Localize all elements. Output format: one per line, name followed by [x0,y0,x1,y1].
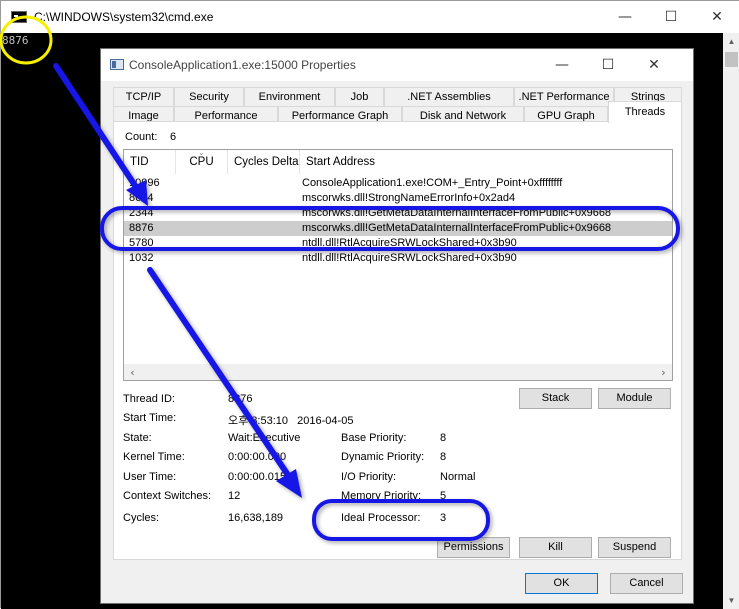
column-header-tid[interactable]: TID [124,150,176,174]
count-label: Count: [125,131,158,143]
row-start-address: mscorwks.dll!GetMetaDataInternalInterfac… [302,207,612,219]
base-priority-value: 8 [440,432,447,444]
thread-id-value: 8876 [228,393,253,405]
horizontal-scrollbar[interactable]: ‹ › [124,364,672,380]
row-tid: 8876 [129,222,154,234]
memory-priority-value: 5 [440,490,447,502]
count-value: 6 [170,131,177,143]
row-tid: 2344 [129,207,154,219]
scroll-right-icon[interactable]: › [655,364,672,380]
row-tid: 8624 [129,192,154,204]
scroll-down-icon[interactable]: ▼ [723,592,739,609]
kernel-time-value: 0:00:00.000 [228,451,287,463]
cmd-scrollbar[interactable]: ▲ ▼ [723,33,739,609]
user-time-label: User Time: [123,471,177,483]
cycles-value: 16,638,189 [228,512,284,524]
cycles-label: Cycles: [123,512,160,524]
scroll-up-icon[interactable]: ▲ [723,33,739,50]
dialog-titlebar[interactable]: ConsoleApplication1.exe:15000 Properties… [101,49,693,81]
cmd-scroll-thumb[interactable] [725,52,738,67]
column-header-cpu[interactable]: ⌄ CPU [176,150,228,174]
dialog-close-button[interactable]: ✕ [631,49,677,81]
window-icon [110,59,124,70]
cmd-maximize-button[interactable]: ☐ [648,1,694,33]
kill-button[interactable]: Kill [519,537,592,558]
module-button[interactable]: Module [598,388,671,409]
tab-job[interactable]: Job [335,87,384,106]
properties-dialog: ConsoleApplication1.exe:15000 Properties… [100,48,694,604]
table-row[interactable]: 2344 mscorwks.dll!GetMetaDataInternalInt… [124,206,672,221]
state-value: Wait:Executive [228,432,301,444]
cmd-close-button[interactable]: ✕ [694,1,739,33]
dialog-minimize-button[interactable]: — [539,49,585,81]
dynamic-priority-label: Dynamic Priority: [341,451,425,463]
tab-threads[interactable]: Threads [608,101,682,123]
start-time-label: Start Time: [123,412,177,424]
table-row-selected[interactable]: 8876 mscorwks.dll!GetMetaDataInternalInt… [124,221,672,236]
row-start-address: ntdll.dll!RtlAcquireSRWLockShared+0x3b90 [302,252,517,264]
dialog-maximize-button[interactable]: ☐ [585,49,631,81]
cmd-titlebar[interactable]: C:\WINDOWS\system32\cmd.exe — ☐ ✕ [1,1,739,33]
cancel-button[interactable]: Cancel [610,573,683,594]
thread-list[interactable]: TID ⌄ CPU Cycles Delta Start Address 109… [123,149,673,381]
row-tid: 1032 [129,252,154,264]
ideal-processor-value: 3 [440,512,447,524]
row-start-address: mscorwks.dll!GetMetaDataInternalInterfac… [302,222,612,234]
cmd-minimize-button[interactable]: — [602,1,648,33]
dialog-title: ConsoleApplication1.exe:15000 Properties [129,58,356,72]
stack-button[interactable]: Stack [519,388,592,409]
user-time-value: 0:00:00.015 [228,471,287,483]
row-start-address: ConsoleApplication1.exe!COM+_Entry_Point… [302,177,563,189]
suspend-button[interactable]: Suspend [598,537,671,558]
sort-arrow-icon: ⌄ [198,149,205,157]
permissions-button[interactable]: Permissions [437,537,510,558]
base-priority-label: Base Priority: [341,432,407,444]
table-row[interactable]: 5780 ntdll.dll!RtlAcquireSRWLockShared+0… [124,236,672,251]
tab-tcp-ip[interactable]: TCP/IP [113,87,174,106]
tab-net-performance[interactable]: .NET Performance [514,87,614,106]
column-header-cycles-delta[interactable]: Cycles Delta [228,150,300,174]
table-row[interactable]: 10996 ConsoleApplication1.exe!COM+_Entry… [124,176,672,191]
console-icon [11,11,27,23]
row-start-address: ntdll.dll!RtlAcquireSRWLockShared+0x3b90 [302,237,517,249]
column-header-start-address[interactable]: Start Address [300,150,672,174]
kernel-time-label: Kernel Time: [123,451,185,463]
table-row[interactable]: 1032 ntdll.dll!RtlAcquireSRWLockShared+0… [124,251,672,266]
io-priority-value: Normal [440,471,476,483]
dynamic-priority-value: 8 [440,451,447,463]
memory-priority-label: Memory Priority: [341,490,422,502]
ideal-processor-label: Ideal Processor: [341,512,421,524]
tab-environment[interactable]: Environment [244,87,335,106]
io-priority-label: I/O Priority: [341,471,397,483]
row-tid: 5780 [129,237,154,249]
row-tid: 10996 [129,177,160,189]
context-switches-label: Context Switches: [123,490,212,502]
ok-button[interactable]: OK [525,573,598,594]
thread-id-label: Thread ID: [123,393,175,405]
tab-net-assemblies[interactable]: .NET Assemblies [384,87,514,106]
row-start-address: mscorwks.dll!StrongNameErrorInfo+0x2ad4 [302,192,516,204]
table-row[interactable]: 8624 mscorwks.dll!StrongNameErrorInfo+0x… [124,191,672,206]
tab-security[interactable]: Security [174,87,244,106]
cmd-title: C:\WINDOWS\system32\cmd.exe [34,10,214,24]
cmd-output: 8876 [2,34,29,47]
state-label: State: [123,432,152,444]
scroll-left-icon[interactable]: ‹ [124,364,141,380]
start-time-value: 오후 8:53:10 2016-04-05 [228,415,354,427]
context-switches-value: 12 [228,490,241,502]
